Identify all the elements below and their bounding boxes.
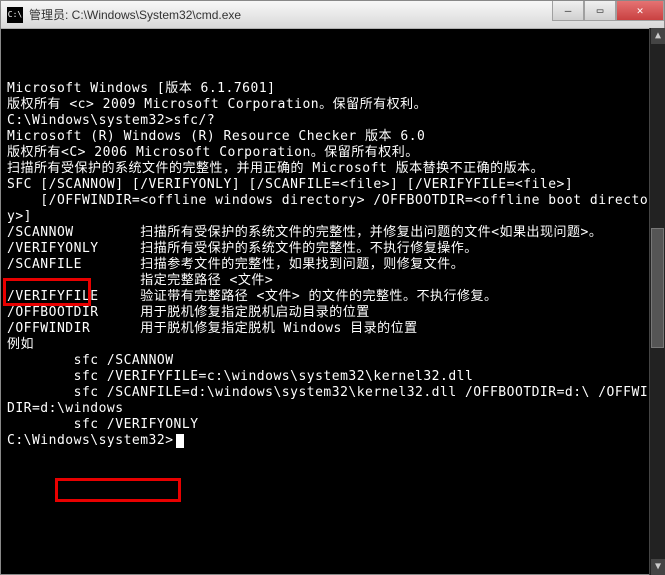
terminal-output[interactable]: Microsoft Windows [版本 6.1.7601]版权所有 <c> … — [1, 29, 664, 574]
scrollbar[interactable]: ▲ ▼ — [649, 28, 665, 575]
titlebar[interactable]: C:\ 管理员: C:\Windows\System32\cmd.exe — ▭… — [1, 1, 664, 29]
terminal-line: /SCANFILE 扫描参考文件的完整性，如果找到问题，则修复文件。 — [7, 257, 658, 273]
terminal-line: /VERIFYFILE 验证带有完整路径 <文件> 的文件的完整性。不执行修复。 — [7, 289, 658, 305]
terminal-line: 例如 — [7, 337, 658, 353]
scroll-down-arrow-icon[interactable]: ▼ — [651, 559, 665, 575]
terminal-line: C:\Windows\system32> — [7, 433, 658, 449]
scroll-thumb[interactable] — [651, 228, 664, 348]
maximize-button[interactable]: ▭ — [584, 1, 616, 21]
terminal-line: /OFFWINDIR 用于脱机修复指定脱机 Windows 目录的位置 — [7, 321, 658, 337]
terminal-line: [/OFFWINDIR=<offline windows directory> … — [7, 193, 658, 225]
terminal-line: sfc /SCANFILE=d:\windows\system32\kernel… — [7, 385, 658, 417]
terminal-line: sfc /VERIFYONLY — [7, 417, 658, 433]
terminal-line: /VERIFYONLY 扫描所有受保护的系统文件的完整性。不执行修复操作。 — [7, 241, 658, 257]
terminal-line: 版权所有<C> 2006 Microsoft Corporation。保留所有权… — [7, 145, 658, 161]
terminal-line: 指定完整路径 <文件> — [7, 273, 658, 289]
scroll-up-arrow-icon[interactable]: ▲ — [651, 28, 665, 44]
terminal-line: C:\Windows\system32>sfc/? — [7, 113, 658, 129]
cursor — [176, 434, 184, 448]
cmd-icon: C:\ — [7, 7, 23, 23]
window-buttons: — ▭ ✕ — [552, 1, 664, 21]
terminal-line: Microsoft (R) Windows (R) Resource Check… — [7, 129, 658, 145]
terminal-line: Microsoft Windows [版本 6.1.7601] — [7, 81, 658, 97]
terminal-line: 版权所有 <c> 2009 Microsoft Corporation。保留所有… — [7, 97, 658, 113]
window-title: 管理员: C:\Windows\System32\cmd.exe — [29, 6, 241, 23]
terminal-line: /OFFBOOTDIR 用于脱机修复指定脱机启动目录的位置 — [7, 305, 658, 321]
minimize-button[interactable]: — — [552, 1, 584, 21]
terminal-line: /SCANNOW 扫描所有受保护的系统文件的完整性，并修复出问题的文件<如果出现… — [7, 225, 658, 241]
terminal-line: sfc /VERIFYFILE=c:\windows\system32\kern… — [7, 369, 658, 385]
terminal-line: SFC [/SCANNOW] [/VERIFYONLY] [/SCANFILE=… — [7, 177, 658, 193]
terminal-line: 扫描所有受保护的系统文件的完整性，并用正确的 Microsoft 版本替换不正确… — [7, 161, 658, 177]
highlight-sfc-scannow-example — [55, 478, 181, 502]
close-button[interactable]: ✕ — [616, 1, 664, 21]
terminal-line: sfc /SCANNOW — [7, 353, 658, 369]
